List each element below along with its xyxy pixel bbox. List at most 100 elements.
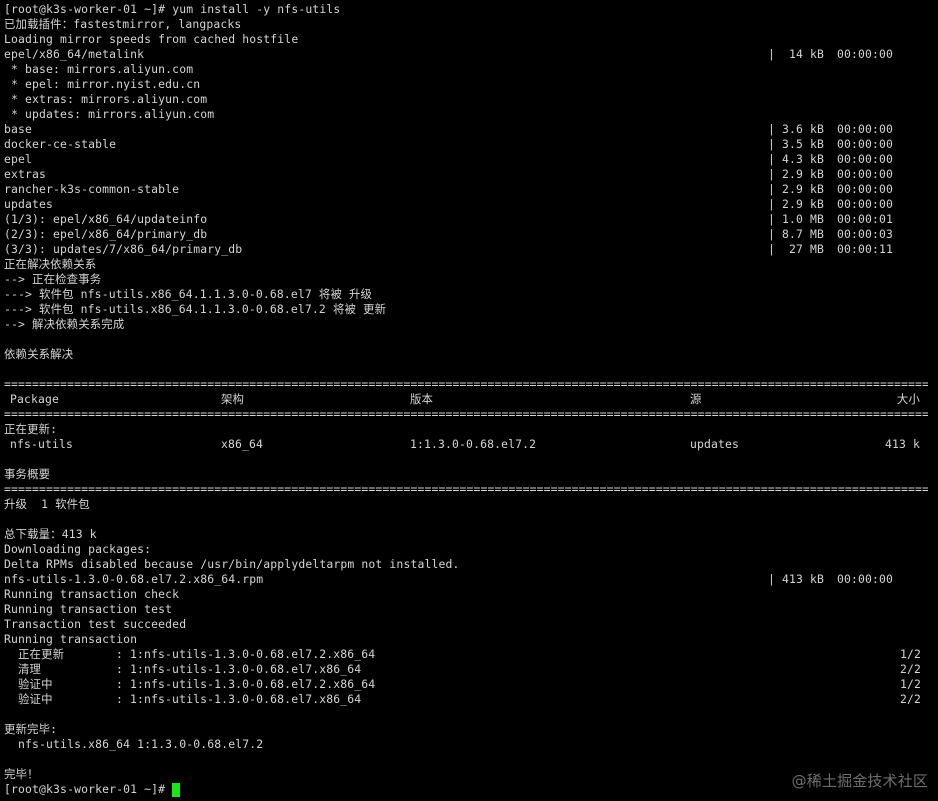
column-header-version: 版本 xyxy=(410,392,434,406)
summary-heading: 事务概要 xyxy=(4,467,51,481)
repo-size: 3.6 kB xyxy=(781,122,824,136)
command-text: yum install -y nfs-utils xyxy=(172,2,341,16)
separator-line: ========================================… xyxy=(4,377,928,391)
step-count: 1/2 xyxy=(899,647,921,661)
done-line: 完毕！ xyxy=(4,767,39,781)
row-version: 1:1.3.0-0.68.el7.2 xyxy=(410,437,537,451)
repo-name: rancher-k3s-common-stable xyxy=(4,182,180,196)
step-count: 1/2 xyxy=(899,677,921,691)
step-action: 清理 xyxy=(18,662,42,676)
metalink-name: epel/x86_64/metalink xyxy=(4,47,145,61)
repo-time: 00:00:00 xyxy=(837,182,894,196)
repo-time: 00:00:01 xyxy=(837,212,894,226)
metalink-size: 14 kB xyxy=(788,47,824,61)
updated-heading: 更新完毕: xyxy=(4,722,58,736)
step-action: 验证中 xyxy=(18,692,53,706)
repo-size: 2.9 kB xyxy=(781,182,824,196)
step-action: 验证中 xyxy=(18,677,53,691)
progress-separator: | xyxy=(768,137,776,151)
progress-separator: | xyxy=(768,122,776,136)
total-download: 总下载量：413 k xyxy=(4,527,97,541)
command-line: [root@k3s-worker-01 ~]# yum install -y n… xyxy=(4,2,340,17)
step-package: : 1:nfs-utils-1.3.0-0.68.el7.2.x86_64 xyxy=(116,677,376,691)
row-package: nfs-utils xyxy=(10,437,74,451)
repo-size: 27 MB xyxy=(788,242,824,256)
repo-name: (1/3): epel/x86_64/updateinfo xyxy=(4,212,208,226)
resolve-line: --> 正在检查事务 xyxy=(4,272,102,286)
column-header-arch: 架构 xyxy=(221,392,245,406)
step-package: : 1:nfs-utils-1.3.0-0.68.el7.x86_64 xyxy=(116,692,362,706)
rpm-time: 00:00:00 xyxy=(837,572,894,586)
column-header-repo: 源 xyxy=(690,392,702,406)
watermark: @稀土掘金技术社区 xyxy=(791,772,928,790)
terminal-cursor xyxy=(172,783,180,797)
output-line: Transaction test succeeded xyxy=(4,617,187,631)
repo-size: 8.7 MB xyxy=(781,227,824,241)
progress-separator: | xyxy=(768,197,776,211)
progress-separator: | xyxy=(768,47,776,61)
mirror-line: * base: mirrors.aliyun.com xyxy=(4,62,194,76)
mirror-line: * updates: mirrors.aliyun.com xyxy=(4,107,215,121)
repo-name: updates xyxy=(4,197,54,211)
table-section-label: 正在更新: xyxy=(4,422,58,436)
progress-separator: | xyxy=(768,152,776,166)
repo-name: docker-ce-stable xyxy=(4,137,117,151)
repo-size: 3.5 kB xyxy=(781,137,824,151)
repo-time: 00:00:03 xyxy=(837,227,894,241)
rpm-name: nfs-utils-1.3.0-0.68.el7.2.x86_64.rpm xyxy=(4,572,264,586)
progress-separator: | xyxy=(768,572,776,586)
upgrade-line: 升级 1 软件包 xyxy=(4,497,90,511)
column-header-package: Package xyxy=(10,392,60,406)
final-prompt[interactable]: [root@k3s-worker-01 ~]# xyxy=(4,782,172,797)
rpm-size: 413 kB xyxy=(781,572,824,586)
step-action: 正在更新 xyxy=(18,647,65,661)
separator-line: ========================================… xyxy=(4,482,928,496)
repo-size: 2.9 kB xyxy=(781,167,824,181)
metalink-time: 00:00:00 xyxy=(837,47,894,61)
repo-time: 00:00:00 xyxy=(837,137,894,151)
deps-resolved-heading: 依赖关系解决 xyxy=(4,347,74,361)
repo-time: 00:00:00 xyxy=(837,152,894,166)
repo-time: 00:00:11 xyxy=(837,242,894,256)
repo-name: extras xyxy=(4,167,47,181)
mirror-line: * epel: mirror.nyist.edu.cn xyxy=(4,77,201,91)
output-line: 已加载插件：fastestmirror, langpacks xyxy=(4,17,242,31)
progress-separator: | xyxy=(768,242,776,256)
row-arch: x86_64 xyxy=(221,437,264,451)
separator-line: ========================================… xyxy=(4,407,928,421)
mirror-line: * extras: mirrors.aliyun.com xyxy=(4,92,208,106)
prompt: [root@k3s-worker-01 ~]# xyxy=(4,2,173,16)
resolve-line: ---> 软件包 nfs-utils.x86_64.1.1.3.0-0.68.e… xyxy=(4,302,387,316)
repo-size: 4.3 kB xyxy=(781,152,824,166)
step-package: : 1:nfs-utils-1.3.0-0.68.el7.x86_64 xyxy=(116,662,362,676)
output-line: Running transaction xyxy=(4,632,138,646)
step-count: 2/2 xyxy=(899,692,921,706)
resolve-line: ---> 软件包 nfs-utils.x86_64.1.1.3.0-0.68.e… xyxy=(4,287,373,301)
output-line: Loading mirror speeds from cached hostfi… xyxy=(4,32,299,46)
output-line: Running transaction test xyxy=(4,602,173,616)
step-package: : 1:nfs-utils-1.3.0-0.68.el7.2.x86_64 xyxy=(116,647,376,661)
repo-time: 00:00:00 xyxy=(837,122,894,136)
repo-name: (3/3): updates/7/x86_64/primary_db xyxy=(4,242,243,256)
row-size: 413 k xyxy=(884,437,920,451)
progress-separator: | xyxy=(768,227,776,241)
output-line: Delta RPMs disabled because /usr/bin/app… xyxy=(4,557,460,571)
progress-separator: | xyxy=(768,212,776,226)
resolve-line: 正在解决依赖关系 xyxy=(4,257,97,271)
row-repo: updates xyxy=(690,437,740,451)
updated-package: nfs-utils.x86_64 1:1.3.0-0.68.el7.2 xyxy=(4,737,264,751)
repo-size: 2.9 kB xyxy=(781,197,824,211)
repo-time: 00:00:00 xyxy=(837,167,894,181)
step-count: 2/2 xyxy=(899,662,921,676)
repo-name: epel xyxy=(4,152,33,166)
repo-name: base xyxy=(4,122,33,136)
progress-separator: | xyxy=(768,167,776,181)
resolve-line: --> 解决依赖关系完成 xyxy=(4,317,125,331)
column-header-size: 大小 xyxy=(896,392,920,406)
repo-name: (2/3): epel/x86_64/primary_db xyxy=(4,227,208,241)
repo-time: 00:00:00 xyxy=(837,197,894,211)
output-line: Running transaction check xyxy=(4,587,180,601)
terminal-window[interactable]: [root@k3s-worker-01 ~]# yum install -y n… xyxy=(0,0,938,801)
output-line: Downloading packages: xyxy=(4,542,152,556)
repo-size: 1.0 MB xyxy=(781,212,824,226)
